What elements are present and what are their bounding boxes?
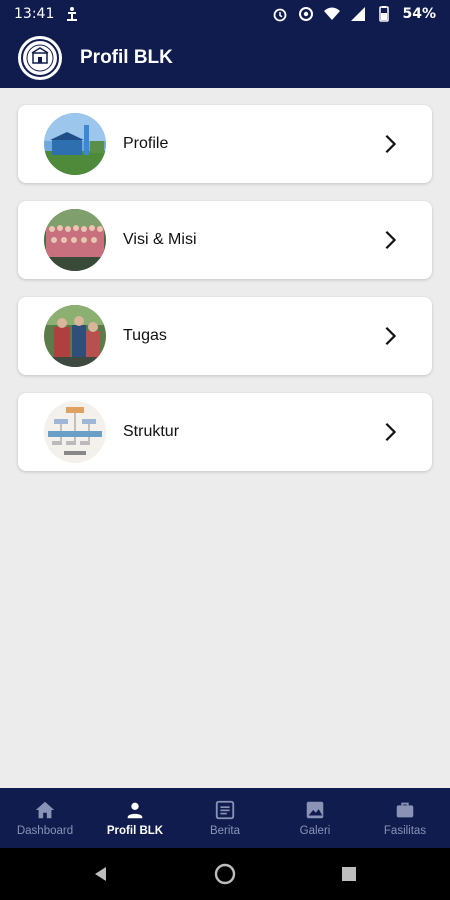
nav-label: Berita — [209, 825, 241, 837]
accessibility-icon — [64, 6, 80, 22]
image-icon — [304, 799, 326, 821]
menu-item-label: Visi & Misi — [123, 231, 197, 248]
nav-item-berita[interactable]: Berita — [180, 788, 270, 848]
nav-item-profil-blk[interactable]: Profil BLK — [90, 788, 180, 848]
menu-item-profile[interactable]: Profile — [18, 105, 432, 183]
nav-label: Profil BLK — [106, 825, 164, 837]
app-bar: Profil BLK — [0, 28, 450, 88]
briefcase-icon — [394, 799, 416, 821]
alarm-icon — [272, 6, 288, 22]
home-button[interactable] — [163, 863, 287, 885]
bottom-navigation: Dashboard Profil BLK Berita Galeri Fasil… — [0, 788, 450, 848]
back-icon — [95, 867, 106, 881]
status-bar: 13:41 54% — [0, 0, 450, 28]
back-button[interactable] — [39, 865, 163, 883]
blk-logo — [18, 36, 62, 80]
menu-item-label: Profile — [123, 135, 169, 152]
data-saver-icon — [298, 6, 314, 22]
menu-item-tugas[interactable]: Tugas — [18, 297, 432, 375]
chevron-right-icon — [378, 132, 402, 156]
status-time: 13:41 — [14, 6, 55, 22]
person-icon — [124, 799, 146, 821]
nav-label: Galeri — [299, 825, 331, 837]
recents-button[interactable] — [287, 866, 411, 882]
nav-item-fasilitas[interactable]: Fasilitas — [360, 788, 450, 848]
home-circle-icon — [214, 863, 236, 885]
wifi-icon — [324, 6, 341, 22]
news-icon — [214, 799, 236, 821]
profile-thumbnail — [44, 113, 106, 175]
nav-label: Dashboard — [16, 825, 74, 837]
recents-icon — [342, 867, 356, 881]
nav-item-galeri[interactable]: Galeri — [270, 788, 360, 848]
chevron-right-icon — [378, 228, 402, 252]
tugas-thumbnail — [44, 305, 106, 367]
home-icon — [34, 799, 56, 821]
chevron-right-icon — [378, 324, 402, 348]
signal-icon — [350, 6, 366, 22]
nav-label: Fasilitas — [383, 825, 427, 837]
menu-item-label: Tugas — [123, 327, 167, 344]
nav-item-dashboard[interactable]: Dashboard — [0, 788, 90, 848]
menu-item-label: Struktur — [123, 423, 180, 440]
system-navigation-bar — [0, 848, 450, 900]
visi-misi-thumbnail — [44, 209, 106, 271]
struktur-thumbnail — [44, 401, 106, 463]
chevron-right-icon — [378, 420, 402, 444]
battery-percentage: 54% — [402, 6, 436, 22]
menu-list: Profile Visi & Misi Tugas Struktur — [0, 88, 450, 788]
menu-item-visi-misi[interactable]: Visi & Misi — [18, 201, 432, 279]
menu-item-struktur[interactable]: Struktur — [18, 393, 432, 471]
battery-icon — [376, 6, 392, 22]
page-title: Profil BLK — [80, 47, 173, 68]
